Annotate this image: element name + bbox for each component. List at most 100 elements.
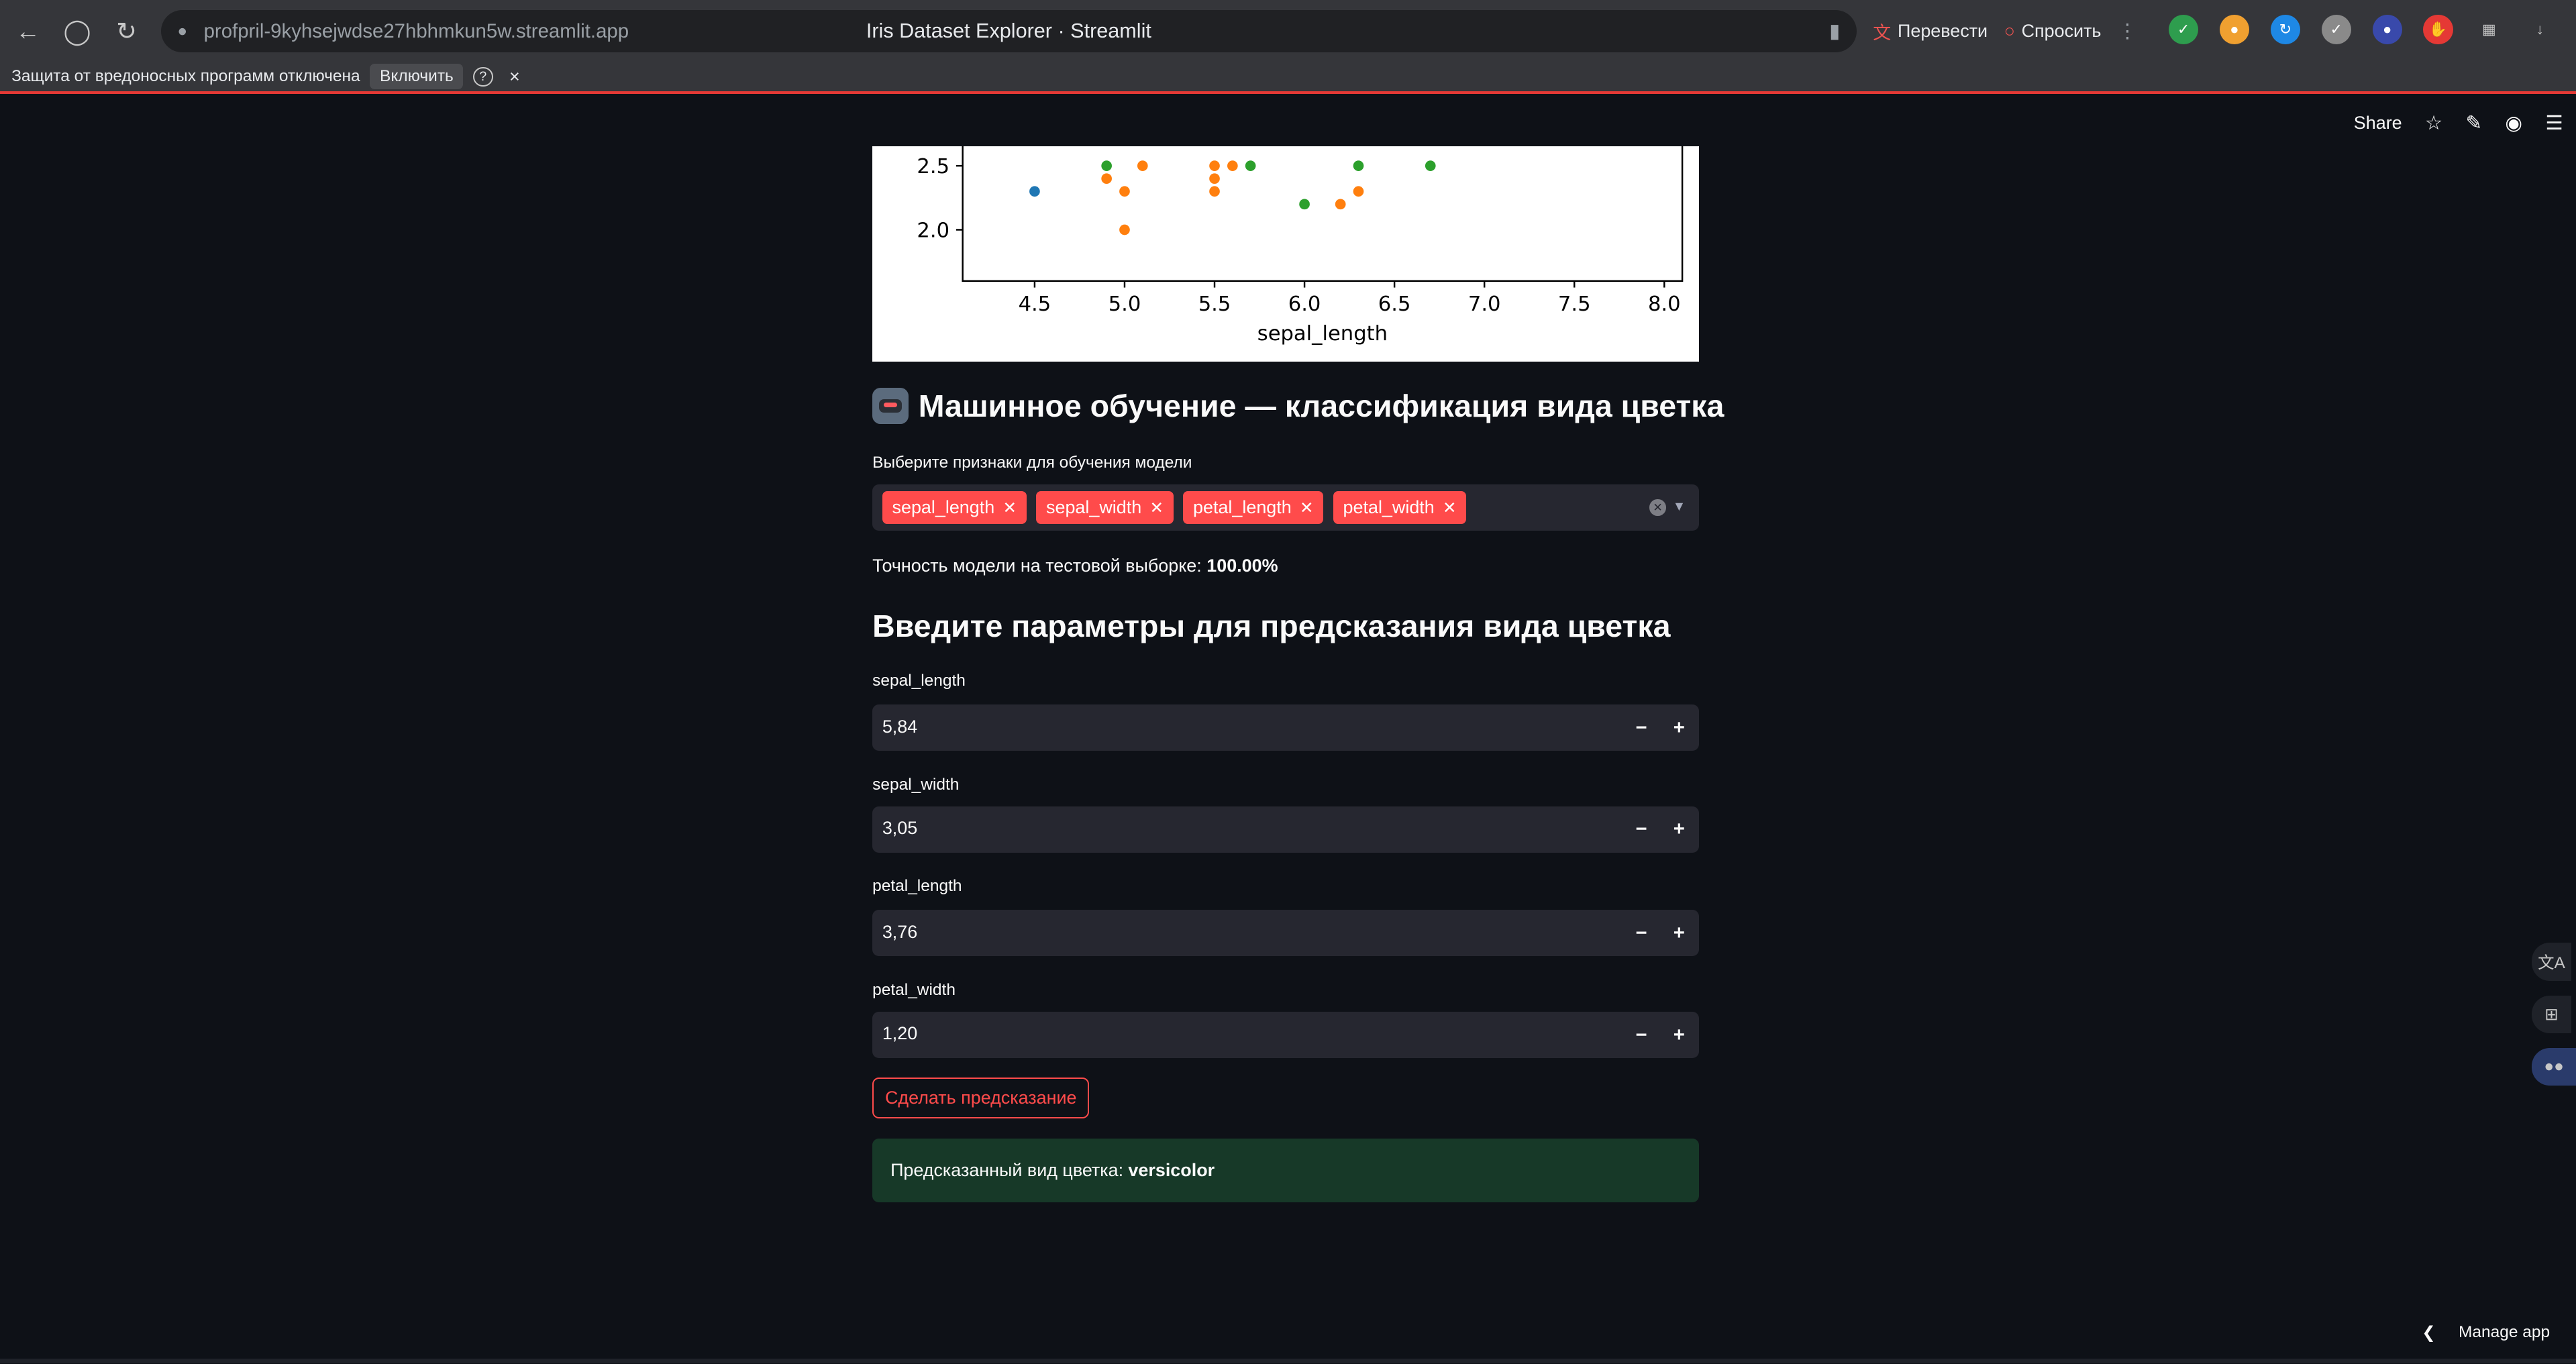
check-extension-icon[interactable]: ✓	[2321, 15, 2351, 45]
ml-section-title: Машинное обучение — классификация вида ц…	[872, 387, 1724, 424]
increment-button[interactable]: +	[1661, 704, 1697, 751]
input-value[interactable]: 5,84	[882, 717, 917, 737]
menu-icon[interactable]: ☰	[2545, 111, 2563, 135]
feature-chip[interactable]: petal_length ✕	[1183, 491, 1324, 525]
y-tick-label: 2.5	[917, 155, 950, 178]
x-tick-label: 6.5	[1378, 293, 1411, 316]
lock-icon: ●	[177, 21, 188, 40]
petal-width-input[interactable]: 1,20 − +	[872, 1012, 1699, 1058]
decrement-button[interactable]: −	[1623, 704, 1659, 751]
accuracy-value: 100.00%	[1206, 555, 1278, 576]
translate-button[interactable]: 文 Перевести	[1873, 18, 1988, 44]
chip-label: petal_width	[1343, 497, 1435, 518]
manage-app-button[interactable]: ❮ Manage app	[2422, 1322, 2550, 1343]
star-icon[interactable]: ☆	[2425, 111, 2442, 135]
url-text: profpril-9kyhsejwdse27hbhmkun5w.streamli…	[203, 19, 629, 42]
sepal-length-label: sepal_length	[872, 672, 966, 690]
github-icon[interactable]: ◉	[2505, 111, 2522, 135]
shield-extension-icon[interactable]: ✓	[2169, 15, 2199, 45]
data-point	[1299, 199, 1310, 210]
bottom-edge	[0, 1358, 2576, 1364]
apps-widget-icon[interactable]: ⊞	[2532, 995, 2571, 1034]
features-multiselect[interactable]: sepal_length ✕ sepal_width ✕ petal_length ✕…	[872, 484, 1699, 531]
hand-extension-icon[interactable]: ✋	[2423, 15, 2453, 45]
more-icon[interactable]: ⋮	[2118, 19, 2137, 43]
bookmark-icon[interactable]: ▮	[1829, 19, 1840, 43]
puzzle-extension-icon[interactable]: ▦	[2474, 15, 2504, 44]
feature-chip[interactable]: petal_width ✕	[1333, 491, 1467, 525]
side-widgets: 文A ⊞ ●●	[2532, 943, 2576, 1086]
ask-icon: ○	[2004, 21, 2015, 41]
accuracy-label: Точность модели на тестовой выборке:	[872, 555, 1202, 576]
decrement-button[interactable]: −	[1623, 1012, 1659, 1058]
decrement-button[interactable]: −	[1623, 806, 1659, 853]
browser-actions: 文 Перевести ○ Спросить ⋮	[1873, 13, 2137, 50]
ml-title-text: Машинное обучение — классификация вида ц…	[918, 388, 1724, 423]
bot-extension-icon[interactable]: ●	[2372, 15, 2402, 45]
features-label: Выберите признаки для обучения модели	[872, 453, 1192, 472]
x-tick-label: 6.0	[1288, 293, 1321, 316]
chip-label: petal_length	[1193, 497, 1292, 518]
browser-toolbar: ← ◯ ↻ ● profpril-9kyhsejwdse27hbhmkun5w.…	[0, 0, 2576, 63]
feature-chip[interactable]: sepal_width ✕	[1036, 491, 1174, 525]
predict-button[interactable]: Сделать предсказание	[872, 1078, 1090, 1119]
downloads-icon[interactable]: ↓	[2525, 15, 2555, 44]
share-button[interactable]: Share	[2354, 113, 2402, 134]
axis-ticks: 4.5 5.0 5.5 6.0 6.5 7.0 7.5 8.0 2.0 2.5	[917, 155, 1681, 316]
translate-label: Перевести	[1898, 21, 1988, 41]
increment-button[interactable]: +	[1661, 1012, 1697, 1058]
ask-button[interactable]: ○ Спросить	[2004, 21, 2102, 42]
assistant-widget-icon[interactable]: ●●	[2532, 1048, 2576, 1086]
enable-protection-button[interactable]: Включить	[370, 64, 464, 90]
x-tick-label: 5.5	[1198, 293, 1231, 316]
infobar-message: Защита от вредоносных программ отключена	[11, 67, 360, 86]
scatter-plot-svg: 4.5 5.0 5.5 6.0 6.5 7.0 7.5 8.0 2.0 2.5 sepal_len…	[917, 146, 1684, 346]
input-value[interactable]: 3,05	[882, 818, 917, 839]
edit-icon[interactable]: ✎	[2466, 111, 2483, 135]
decrement-button[interactable]: −	[1623, 910, 1659, 956]
data-point	[1209, 186, 1220, 197]
sepal-length-input[interactable]: 5,84 − +	[872, 704, 1699, 751]
yandex-icon[interactable]: ◯	[52, 0, 101, 62]
input-value[interactable]: 3,76	[882, 922, 917, 943]
petal-length-input[interactable]: 3,76 − +	[872, 910, 1699, 957]
input-value[interactable]: 1,20	[882, 1023, 917, 1044]
increment-button[interactable]: +	[1661, 910, 1697, 956]
data-point	[1137, 160, 1148, 171]
sepal-width-label: sepal_width	[872, 775, 960, 794]
translate-widget-icon[interactable]: 文A	[2532, 943, 2571, 981]
plot-area	[962, 146, 1684, 282]
chevron-down-icon[interactable]: ▼	[1673, 499, 1686, 515]
security-infobar: Защита от вредоносных программ отключена…	[0, 62, 2576, 94]
prediction-result: Предсказанный вид цветка: versicolor	[872, 1138, 1699, 1203]
data-point	[1209, 173, 1220, 184]
color-extension-icon[interactable]: ●	[2219, 15, 2249, 45]
scatter-chart: 4.5 5.0 5.5 6.0 6.5 7.0 7.5 8.0 2.0 2.5 sepal_len…	[872, 146, 1699, 362]
clear-all-icon[interactable]: ✕	[1649, 499, 1666, 516]
predict-section-title: Введите параметры для предсказания вида …	[872, 608, 1671, 643]
sepal-width-input[interactable]: 3,05 − +	[872, 806, 1699, 853]
petal-length-label: petal_length	[872, 877, 962, 896]
reload-icon[interactable]: ↻	[102, 0, 151, 62]
streamlit-header: Share ☆ ✎ ◉ ☰	[0, 97, 2576, 146]
chevron-left-icon: ❮	[2422, 1324, 2436, 1343]
remove-chip-icon[interactable]: ✕	[1300, 498, 1314, 518]
remove-chip-icon[interactable]: ✕	[1149, 498, 1164, 518]
x-tick-label: 8.0	[1648, 293, 1681, 316]
data-points	[1029, 160, 1436, 235]
help-icon[interactable]: ?	[473, 66, 493, 87]
remove-chip-icon[interactable]: ✕	[1002, 498, 1017, 518]
address-bar[interactable]: ● profpril-9kyhsejwdse27hbhmkun5w.stream…	[160, 9, 1857, 53]
translate-icon: 文	[1873, 23, 1892, 43]
x-axis-label: sepal_length	[1257, 322, 1388, 346]
remove-chip-icon[interactable]: ✕	[1443, 498, 1457, 518]
feature-chip[interactable]: sepal_length ✕	[882, 491, 1027, 525]
sync-extension-icon[interactable]: ↻	[2270, 15, 2300, 45]
increment-button[interactable]: +	[1661, 806, 1697, 853]
close-infobar-icon[interactable]: ×	[509, 66, 520, 87]
result-label: Предсказанный вид цветка:	[890, 1160, 1124, 1181]
data-point	[1209, 160, 1220, 171]
data-point	[1119, 224, 1130, 235]
back-icon[interactable]: ←	[3, 0, 52, 62]
data-point	[1353, 186, 1364, 197]
